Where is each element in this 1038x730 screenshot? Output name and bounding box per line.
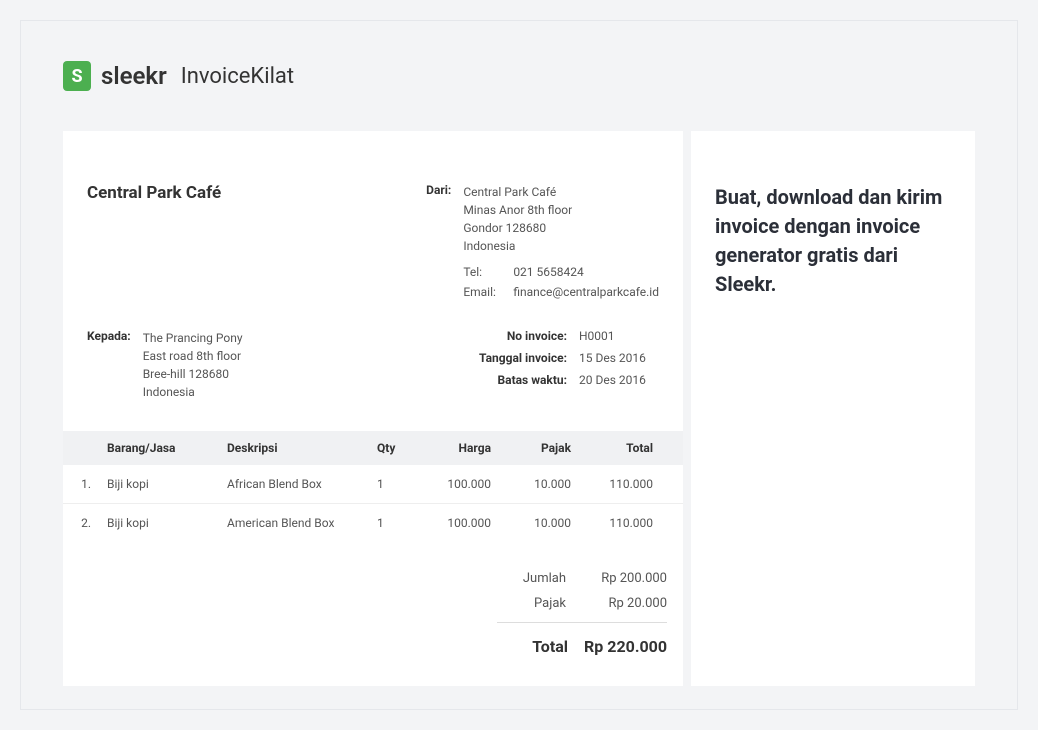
tel-label: Tel:	[463, 265, 501, 279]
from-country: Indonesia	[463, 237, 643, 255]
to-address: The Prancing Pony East road 8th floor Br…	[143, 329, 243, 401]
subtotal-value: Rp 200.000	[582, 571, 667, 586]
col-tax: Pajak	[499, 441, 579, 455]
row-price: 100.000	[419, 516, 499, 530]
email-label: Email:	[463, 285, 501, 299]
table-body: 1.Biji kopiAfrican Blend Box1100.00010.0…	[63, 465, 683, 542]
row-num: 2.	[63, 516, 99, 530]
to-label: Kepada:	[87, 329, 131, 401]
invoice-no-label: No invoice:	[457, 329, 567, 343]
invoice-date-label: Tanggal invoice:	[457, 351, 567, 365]
from-label: Dari:	[401, 183, 451, 255]
row-tax: 10.000	[499, 477, 579, 491]
row-price: 100.000	[419, 477, 499, 491]
table-row: 2.Biji kopiAmerican Blend Box1100.00010.…	[63, 504, 683, 542]
row-item: Biji kopi	[99, 477, 219, 491]
to-section: Kepada: The Prancing Pony East road 8th …	[87, 329, 243, 401]
from-address: Central Park Café Minas Anor 8th floor G…	[463, 183, 643, 255]
tax-total-value: Rp 20.000	[582, 596, 667, 611]
invoice-due-label: Batas waktu:	[457, 373, 567, 387]
logo-icon: S	[63, 61, 91, 91]
invoice-card: Central Park Café Dari: Central Park Caf…	[63, 131, 683, 686]
row-desc: African Blend Box	[219, 477, 369, 491]
logo-letter: S	[71, 66, 82, 87]
row-desc: American Blend Box	[219, 516, 369, 530]
from-section: Dari: Central Park Café Minas Anor 8th f…	[401, 183, 659, 299]
invoice-table: Barang/Jasa Deskripsi Qty Harga Pajak To…	[63, 431, 683, 542]
email-value: finance@centralparkcafe.id	[513, 285, 659, 299]
row-qty: 1	[369, 477, 419, 491]
to-address2: Bree-hill 128680	[143, 365, 243, 383]
from-name: Central Park Café	[463, 183, 643, 201]
col-item: Barang/Jasa	[99, 441, 219, 455]
tax-total-label: Pajak	[497, 596, 566, 611]
sidebar-card: Buat, download dan kirim invoice dengan …	[691, 131, 975, 686]
row-total: 110.000	[579, 477, 669, 491]
grand-total-value: Rp 220.000	[584, 637, 667, 656]
invoice-due-value: 20 Des 2016	[579, 373, 659, 387]
tel-value: 021 5658424	[513, 265, 583, 279]
col-price: Harga	[419, 441, 499, 455]
col-qty: Qty	[369, 441, 419, 455]
row-tax: 10.000	[499, 516, 579, 530]
company-title: Central Park Café	[87, 183, 221, 299]
logo-text: sleekr	[101, 62, 167, 90]
grand-total-label: Total	[497, 637, 568, 656]
totals-section: Jumlah Rp 200.000 Pajak Rp 20.000 Total …	[63, 542, 683, 686]
row-qty: 1	[369, 516, 419, 530]
brand-header: S sleekr InvoiceKilat	[63, 61, 999, 91]
to-address1: East road 8th floor	[143, 347, 243, 365]
sidebar-headline: Buat, download dan kirim invoice dengan …	[715, 183, 951, 299]
content-row: Central Park Café Dari: Central Park Caf…	[39, 131, 999, 686]
from-address2: Gondor 128680	[463, 219, 643, 237]
page-container: S sleekr InvoiceKilat Central Park Café …	[20, 20, 1018, 710]
col-total: Total	[579, 441, 669, 455]
to-country: Indonesia	[143, 383, 243, 401]
row-item: Biji kopi	[99, 516, 219, 530]
invoice-mid-row: Kepada: The Prancing Pony East road 8th …	[87, 329, 659, 401]
table-header: Barang/Jasa Deskripsi Qty Harga Pajak To…	[63, 431, 683, 465]
invoice-top-row: Central Park Café Dari: Central Park Caf…	[87, 183, 659, 299]
col-desc: Deskripsi	[219, 441, 369, 455]
table-row: 1.Biji kopiAfrican Blend Box1100.00010.0…	[63, 465, 683, 504]
invoice-date-value: 15 Des 2016	[579, 351, 659, 365]
row-total: 110.000	[579, 516, 669, 530]
row-num: 1.	[63, 477, 99, 491]
invoice-meta: No invoice: H0001 Tanggal invoice: 15 De…	[457, 329, 659, 401]
product-name: InvoiceKilat	[181, 64, 294, 89]
to-name: The Prancing Pony	[143, 329, 243, 347]
invoice-no-value: H0001	[579, 329, 659, 343]
invoice-header-section: Central Park Café Dari: Central Park Caf…	[63, 131, 683, 431]
from-address1: Minas Anor 8th floor	[463, 201, 643, 219]
subtotal-label: Jumlah	[497, 571, 566, 586]
